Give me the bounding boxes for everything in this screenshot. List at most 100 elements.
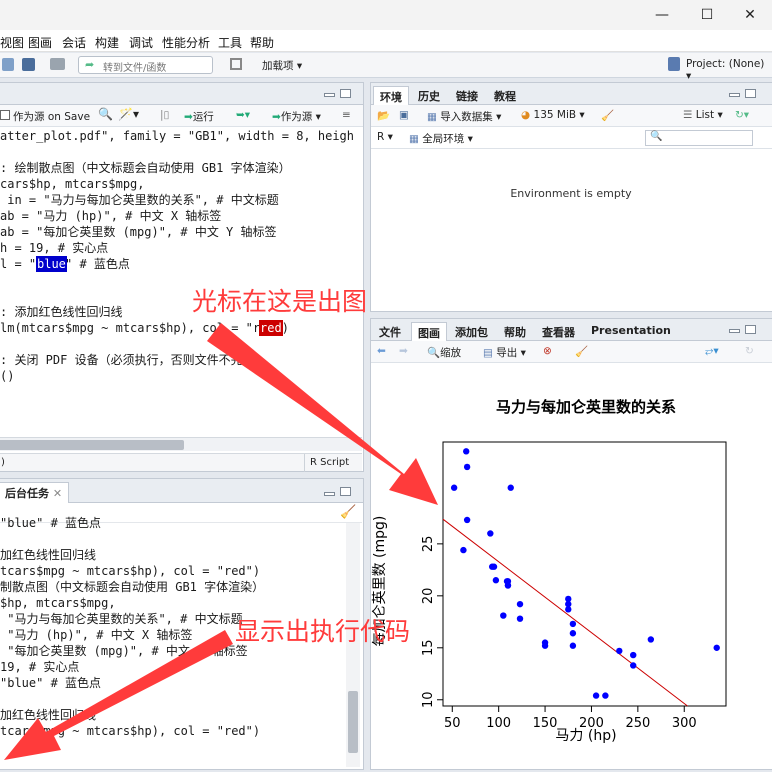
- tab-environment[interactable]: 环境: [373, 86, 409, 105]
- project-menu[interactable]: Project: (None) ▾: [686, 58, 772, 82]
- status-position: ): [1, 457, 5, 468]
- menu-session[interactable]: 会话: [62, 34, 86, 51]
- save-icon[interactable]: [22, 58, 35, 71]
- y-tick-label: 10: [421, 691, 436, 708]
- data-point: [630, 662, 637, 669]
- minimize-pane-icon[interactable]: [324, 492, 335, 496]
- code-line: atter_plot.pdf", family = "GB1", width =…: [0, 129, 355, 143]
- scatter-plot: 马力与每加仑英里数的关系 50 100 150 200 250 30010152025 马…: [371, 398, 727, 744]
- search-icon[interactable]: 🔍: [98, 107, 113, 121]
- tab-help[interactable]: 帮助: [498, 322, 532, 341]
- import-dataset-button[interactable]: ▦ 导入数据集 ▾: [427, 109, 501, 124]
- data-point: [462, 448, 470, 455]
- maximize-pane-icon[interactable]: [745, 89, 756, 98]
- console-tabbar: 后台任务 ✕: [0, 479, 363, 503]
- data-point: [507, 484, 514, 491]
- broom-icon[interactable]: 🧹: [601, 109, 614, 122]
- scrollbar-thumb[interactable]: [348, 691, 358, 753]
- source-on-save-checkbox[interactable]: [0, 110, 10, 120]
- memory-usage-button[interactable]: ◕ 135 MiB ▾: [521, 109, 585, 121]
- maximize-pane-icon[interactable]: [340, 89, 351, 98]
- rerun-icon[interactable]: ➥▾: [236, 109, 250, 121]
- menu-tools[interactable]: 工具: [218, 34, 242, 51]
- menu-help[interactable]: 帮助: [250, 34, 274, 51]
- env-search-input[interactable]: 🔍: [645, 130, 753, 146]
- lines-icon[interactable]: ≡: [342, 109, 351, 121]
- close-button[interactable]: ✕: [728, 0, 772, 30]
- code-line: ab = "每加仑英里数 (mpg)", # 中文 Y 轴标签: [0, 225, 277, 239]
- maximize-pane-icon[interactable]: [745, 325, 756, 334]
- refresh-icon[interactable]: ↻: [745, 345, 754, 357]
- addins-menu[interactable]: 加载项 ▾: [262, 58, 302, 73]
- data-point: [602, 692, 609, 699]
- maximize-button[interactable]: ☐: [685, 0, 729, 30]
- minimize-pane-icon[interactable]: [729, 93, 740, 97]
- tab-packages[interactable]: 添加包: [449, 322, 494, 341]
- y-tick-label: 20: [421, 588, 436, 605]
- global-env-select[interactable]: ▦ 全局环境 ▾: [409, 131, 473, 146]
- env-tabbar: 环境 历史 链接 教程: [371, 83, 772, 105]
- file-type-label[interactable]: R Script: [310, 457, 349, 468]
- menu-debug[interactable]: 调试: [129, 34, 153, 51]
- blue-string-highlight: blue: [36, 256, 67, 272]
- main-toolbar: ➦ 转到文件/函数 加载项 ▾ Project: (None) ▾: [0, 53, 772, 82]
- plots-toolbar: ⬅ ➡ 🔍缩放 ▤ 导出 ▾ ⊗ 🧹 ⥂▾ ↻: [371, 341, 772, 363]
- minimize-button[interactable]: —: [640, 0, 684, 30]
- data-point: [450, 484, 458, 491]
- print-icon[interactable]: [50, 58, 65, 70]
- goto-file-input[interactable]: ➦ 转到文件/函数: [78, 56, 213, 74]
- console-line: "马力 (hp)", # 中文 X 轴标签: [0, 628, 193, 642]
- tab-background-jobs[interactable]: 后台任务 ✕: [0, 482, 70, 503]
- code-line: ab = "马力 (hp)", # 中文 X 轴标签: [0, 209, 222, 223]
- menu-view[interactable]: 视图: [0, 34, 24, 51]
- forward-arrow-icon[interactable]: ➡: [399, 345, 408, 357]
- annotation-cursor-text: 光标在这是出图: [192, 287, 368, 316]
- grid-icon[interactable]: [230, 58, 242, 70]
- pie-icon: ◕: [521, 109, 531, 121]
- zoom-icon: 🔍: [427, 347, 441, 359]
- y-tick-label: 25: [421, 536, 436, 553]
- view-mode-select[interactable]: ☰ List ▾: [683, 109, 723, 121]
- source-on-save-label: 作为源 on Save: [13, 111, 91, 123]
- menu-profile[interactable]: 性能分析: [162, 34, 210, 51]
- data-point: [500, 612, 507, 619]
- editor-statusbar: ) R Script: [0, 453, 362, 472]
- tab-viewer[interactable]: 查看器: [536, 322, 581, 341]
- console-line: 19, # 实心点: [0, 660, 80, 674]
- tab-history[interactable]: 历史: [412, 86, 446, 105]
- publish-icon[interactable]: ⥂▾: [705, 345, 719, 358]
- source-button[interactable]: ➡作为源 ▾: [272, 109, 321, 124]
- wand-icon[interactable]: 🪄▾: [118, 107, 139, 121]
- refresh-icon[interactable]: ↻▾: [735, 109, 749, 121]
- open-folder-icon[interactable]: 📂: [377, 109, 390, 122]
- console-line: tcars$mpg ~ mtcars$hp), col = "red"): [0, 724, 261, 738]
- new-file-icon[interactable]: [2, 58, 14, 71]
- data-point: [616, 647, 623, 655]
- save-workspace-icon[interactable]: ▣: [399, 109, 409, 121]
- tab-files[interactable]: 文件: [373, 322, 407, 341]
- menu-plots[interactable]: 图画: [28, 34, 52, 51]
- data-point: [569, 630, 577, 637]
- tab-presentation[interactable]: Presentation: [585, 322, 677, 341]
- export-button[interactable]: ▤ 导出 ▾: [483, 345, 526, 360]
- tab-plots[interactable]: 图画: [411, 322, 447, 341]
- tab-tutorial[interactable]: 教程: [488, 86, 522, 105]
- language-select[interactable]: R ▾: [377, 131, 393, 143]
- code-line: : 添加红色线性回归线: [0, 305, 123, 319]
- console-line: tcars$mpg ~ mtcars$hp), col = "red"): [0, 564, 261, 578]
- outline-icon[interactable]: |▯: [160, 109, 169, 121]
- maximize-pane-icon[interactable]: [340, 487, 351, 496]
- back-arrow-icon[interactable]: ⬅: [377, 345, 386, 357]
- broom-icon[interactable]: 🧹: [575, 345, 588, 358]
- data-point: [565, 595, 572, 603]
- remove-plot-icon[interactable]: ⊗: [543, 345, 552, 357]
- tab-connections[interactable]: 链接: [450, 86, 484, 105]
- source-icon: ➡: [272, 111, 281, 123]
- minimize-pane-icon[interactable]: [729, 329, 740, 333]
- editor-hscrollbar[interactable]: [0, 437, 362, 451]
- run-button[interactable]: ➡运行: [184, 109, 214, 124]
- scrollbar-thumb[interactable]: [0, 440, 184, 450]
- minimize-pane-icon[interactable]: [324, 93, 335, 97]
- zoom-button[interactable]: 🔍缩放: [427, 345, 461, 360]
- menu-build[interactable]: 构建: [95, 34, 119, 51]
